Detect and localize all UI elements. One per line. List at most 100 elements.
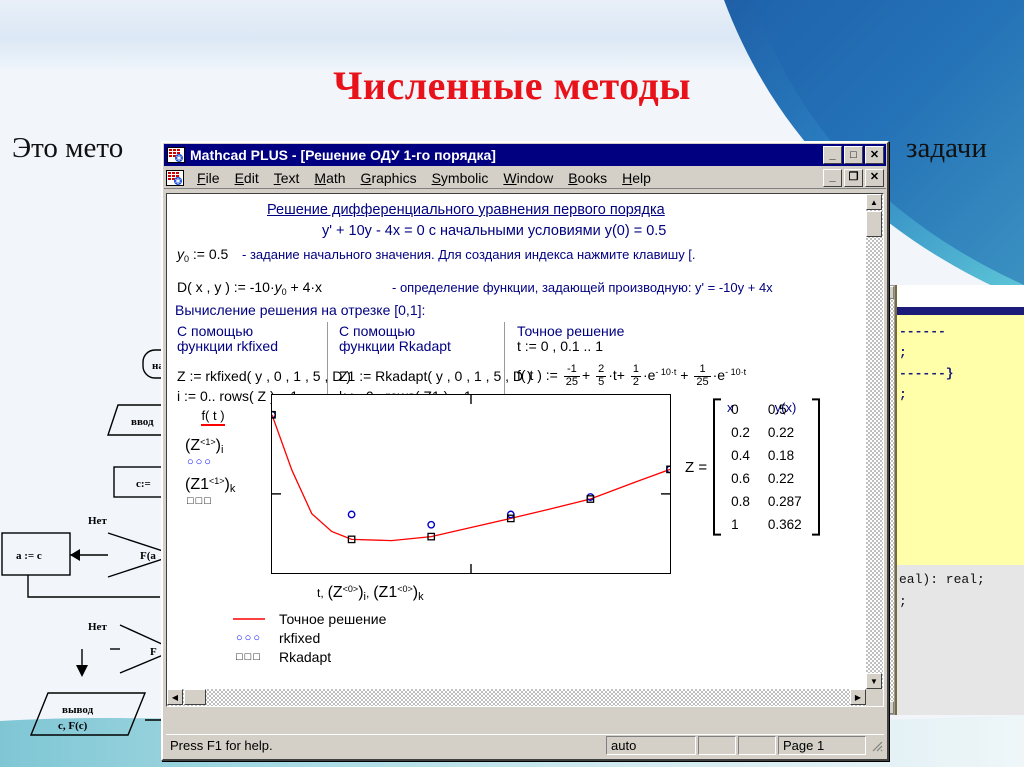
code-line: ------} (899, 366, 954, 381)
matrix-output-Z[interactable]: Z = 0 0.5 0.2 0.22 0.4 0.18 0.6 0.22 0.8 0.287 1 0.… (685, 398, 820, 536)
menu-text[interactable]: Text (267, 168, 307, 188)
menu-edit[interactable]: Edit (228, 168, 266, 188)
page-title: Численные методы (333, 63, 691, 108)
fraction-2-denominator: 5 (598, 375, 605, 388)
close-button[interactable]: ✕ (865, 146, 884, 164)
mdi-restore-button[interactable]: ❐ (844, 168, 863, 187)
mathcad-worksheet[interactable]: Решение дифференциального уравнения перв… (167, 194, 866, 689)
legend-circles-icon: ○○○ (236, 631, 262, 644)
note-y0: - задание начального значения. Для созда… (242, 247, 696, 262)
expression-D[interactable]: D( x , y ) := -10·y0 + 4·x (177, 279, 322, 297)
code-window-grey-pane[interactable]: eal): real; ; (897, 565, 1024, 715)
menu-text-rest: ext (280, 169, 300, 186)
menu-graphics[interactable]: Graphics (354, 168, 424, 188)
table-row: 0 0.5 (722, 398, 811, 421)
document-icon[interactable] (166, 169, 184, 186)
legend-squares-icon: □□□ (236, 650, 262, 663)
scroll-left-button[interactable]: ◀ (167, 689, 183, 705)
table-row: 0.6 0.22 (722, 467, 811, 490)
matrix-cell: 0.18 (767, 448, 795, 463)
exact-formula-lhs: f( t ) := (517, 367, 558, 383)
mdi-close-button[interactable]: ✕ (865, 168, 884, 187)
menu-symbolic-accel: S (431, 169, 441, 186)
menu-help[interactable]: Help (615, 168, 658, 188)
svg-text:вывод: вывод (62, 704, 94, 716)
menu-help-accel: H (622, 169, 633, 186)
plot-marker-rkfixed (347, 510, 356, 519)
column-rkfixed-header-2: функции rkfixed (177, 338, 279, 354)
menubar-items: File Edit Text Math Graphics Symbolic Wi… (190, 168, 823, 188)
matrix-cell: 0.362 (767, 517, 802, 532)
menu-window-rest: indow (516, 169, 554, 186)
status-page: Page 1 (778, 736, 866, 755)
code-line: ; (899, 387, 907, 402)
column-rkadapt-header-1: С помощью (339, 323, 416, 339)
mdi-minimize-button[interactable]: _ (823, 168, 842, 187)
plot-chart[interactable] (268, 394, 674, 574)
column-exact-header-2: t := 0 , 0.1 .. 1 (517, 338, 603, 354)
code-window-yellow-pane[interactable]: ------ ; ------} ; (897, 315, 1024, 565)
column-rkadapt-expr-1[interactable]: Z1 := Rkadapt( y , 0 , 1 , 5 , D ) (339, 366, 532, 386)
column-exact-formula[interactable]: f( t ) := -1 25 + 2 5 ·t+ 1 2 ·e- 10·t +… (517, 362, 746, 388)
table-row: 0.4 0.18 (722, 444, 811, 467)
menu-window[interactable]: Window (496, 168, 560, 188)
minimize-button[interactable]: _ (823, 146, 842, 164)
document-area: Решение дифференциального уравнения перв… (166, 193, 884, 707)
matrix-cell: 0.287 (767, 494, 802, 509)
code-window-titlebar (897, 307, 1024, 315)
horizontal-scroll-thumb[interactable] (184, 689, 206, 705)
status-blank-1 (698, 736, 736, 755)
resize-grip-icon[interactable] (870, 739, 884, 753)
menu-symbolic[interactable]: Symbolic (425, 168, 496, 188)
svg-text:a := c: a := c (16, 550, 42, 562)
fraction-1: -1 25 (563, 364, 580, 388)
scroll-up-button[interactable]: ▲ (866, 194, 882, 210)
legend-line-icon (227, 617, 271, 621)
matrix-cell: 1 (731, 517, 739, 532)
worksheet-heading-1: Решение дифференциального уравнения перв… (267, 202, 665, 218)
background-code-editor-window: ------ ; ------} ; eal): real; ; (895, 285, 1024, 715)
background-flowchart: на ввод c:= a := c F(a Нет Нет F вывод c… (1, 349, 175, 736)
plot-marker-rkfixed (506, 510, 515, 519)
column-exact: Точное решение t := 0 , 0.1 .. 1 f( t ) … (517, 324, 746, 388)
fraction-2: 2 5 (596, 364, 607, 388)
plot-legend: Точное решение ○○○ rkfixed □□□ Rkadapt (227, 609, 386, 666)
column-rkfixed-expr-1[interactable]: Z := rkfixed( y , 0 , 1 , 5 , D ) (177, 366, 351, 386)
table-row: 1 0.362 (722, 513, 811, 536)
menu-math-rest: ath (326, 169, 346, 186)
slide-body-text-left: Это мето (12, 132, 124, 164)
menu-books[interactable]: Books (561, 168, 614, 188)
menubar: File Edit Text Math Graphics Symbolic Wi… (164, 167, 886, 189)
window-titlebar[interactable]: Mathcad PLUS - [Решение ОДУ 1-го порядка… (164, 144, 886, 166)
plot-y-axis-labels: f( t ) (Z<1>)i ○○○ (Z1<1>)k □□□ (185, 408, 275, 507)
scroll-down-button[interactable]: ▼ (866, 673, 882, 689)
fraction-3-numerator: 1 (630, 363, 641, 377)
segment-text: Вычисление решения на отрезке [0,1]: (175, 302, 426, 318)
svg-text:Нет: Нет (88, 515, 107, 527)
menu-help-rest: elp (632, 169, 651, 186)
plot-ylabel-ft: f( t ) (185, 408, 241, 426)
matrix-cell: 0.4 (731, 448, 750, 463)
matrix-cell: 0.22 (767, 471, 795, 486)
matrix-cell: 0.5 (767, 402, 787, 417)
svg-text:ввод: ввод (131, 416, 154, 428)
vertical-scroll-thumb[interactable] (866, 211, 882, 237)
expression-y0[interactable]: y0 := 0.5 (177, 246, 228, 264)
code-line: ; (899, 594, 907, 609)
menu-math[interactable]: Math (307, 168, 352, 188)
maximize-button[interactable]: □ (844, 146, 863, 164)
horizontal-scrollbar[interactable]: ◀ ▶ (167, 689, 866, 706)
menu-file[interactable]: File (190, 168, 227, 188)
column-exact-header-1: Точное решение (517, 323, 625, 339)
menu-file-rest: ile (205, 169, 220, 186)
menu-books-accel: B (568, 169, 578, 186)
vertical-scrollbar[interactable]: ▲ ▼ (866, 194, 883, 689)
exponent-3: - 10·t (655, 367, 677, 377)
scroll-right-button[interactable]: ▶ (850, 689, 866, 705)
menu-text-accel: T (273, 169, 281, 186)
status-blank-2 (738, 736, 776, 755)
status-help-text: Press F1 for help. (166, 736, 604, 755)
status-auto[interactable]: auto (606, 736, 696, 755)
code-line: ------ (899, 324, 946, 339)
legend-label-rkadapt: Rkadapt (279, 648, 332, 665)
